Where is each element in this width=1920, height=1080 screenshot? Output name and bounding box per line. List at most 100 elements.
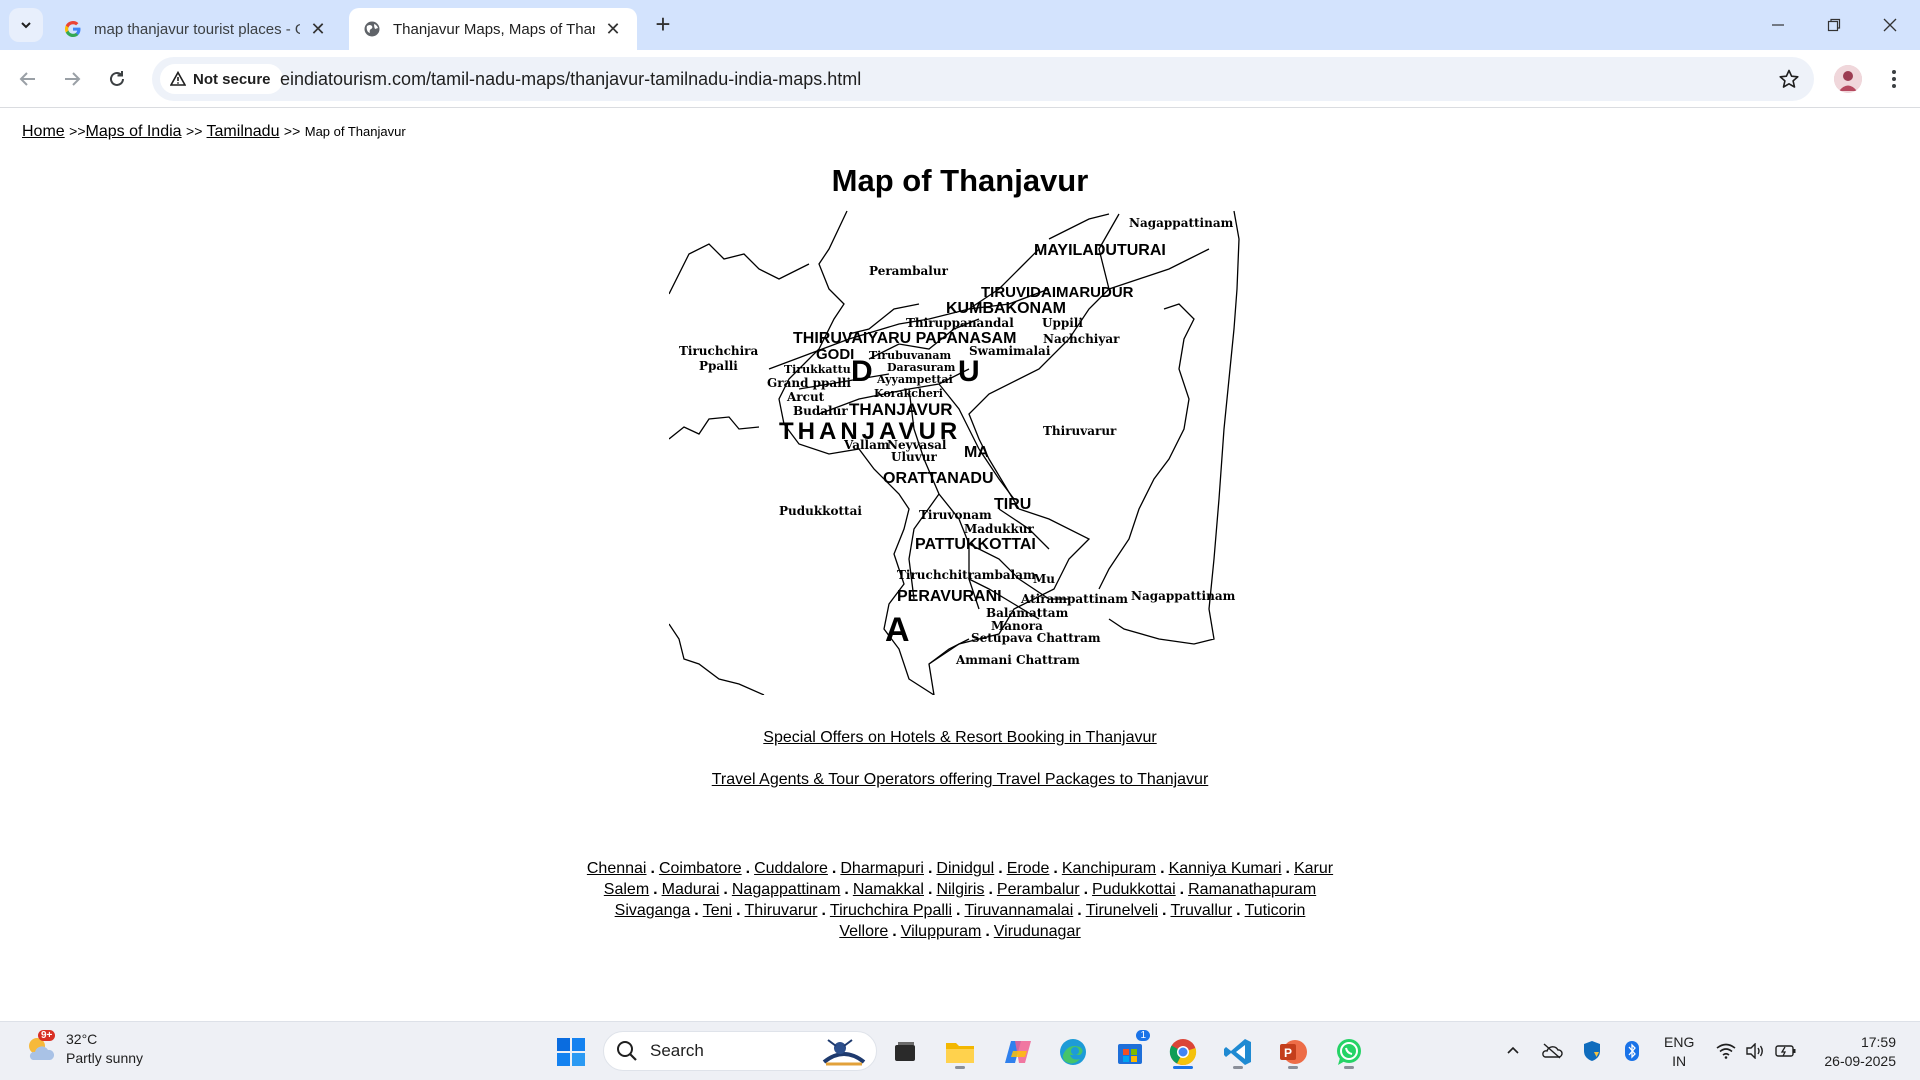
tab-search-button[interactable] — [9, 8, 43, 42]
hotel-offers-link[interactable]: Special Offers on Hotels & Resort Bookin… — [763, 729, 1156, 746]
district-link[interactable]: Pudukkottai — [1092, 881, 1176, 898]
minimize-icon — [1772, 24, 1784, 26]
show-hidden-icons-button[interactable] — [1502, 1040, 1524, 1062]
district-link[interactable]: Vellore — [839, 923, 888, 940]
browser-menu-button[interactable] — [1882, 66, 1906, 92]
district-link[interactable]: Erode — [1007, 860, 1050, 877]
breadcrumb-maps-of-india-link[interactable]: Maps of India — [86, 123, 182, 140]
clock[interactable]: 17:59 26-09-2025 — [1812, 1033, 1896, 1071]
district-link[interactable]: Dharmapuri — [840, 860, 924, 877]
search-label: Search — [650, 1041, 704, 1060]
task-view-button[interactable] — [885, 1032, 925, 1072]
battery-icon — [1775, 1045, 1796, 1057]
minimize-button[interactable] — [1750, 0, 1806, 50]
start-button[interactable] — [551, 1032, 591, 1072]
map-label: Ayyampettai — [876, 373, 953, 386]
map-label: Tiruchchitrambalam — [897, 568, 1036, 582]
breadcrumb-home-link[interactable]: Home — [22, 123, 65, 140]
district-link[interactable]: Dinidgul — [936, 860, 994, 877]
weather-widget[interactable]: 9+ 32°C Partly sunny — [24, 1030, 143, 1068]
address-bar[interactable]: Not secure eindiatourism.com/tamil-nadu-… — [152, 57, 1814, 101]
back-button[interactable] — [13, 64, 43, 94]
map-label: Tiruvonam — [919, 508, 992, 522]
district-link[interactable]: Thiruvarur — [745, 902, 818, 919]
network-button[interactable] — [1715, 1040, 1737, 1062]
district-link[interactable]: Perambalur — [997, 881, 1080, 898]
chrome-button[interactable] — [1163, 1032, 1203, 1072]
district-link[interactable]: Salem — [604, 881, 649, 898]
map-label: TIRUVIDAIMARUDUR — [981, 284, 1134, 301]
whatsapp-icon — [1337, 1039, 1361, 1065]
chevron-down-icon — [21, 22, 31, 29]
copilot-button[interactable] — [998, 1032, 1038, 1072]
district-link[interactable]: Nilgiris — [936, 881, 984, 898]
district-link[interactable]: Kanniya Kumari — [1169, 860, 1282, 877]
link-separator: . — [844, 881, 849, 898]
travel-agents-link[interactable]: Travel Agents & Tour Operators offering … — [712, 771, 1209, 788]
close-icon[interactable]: ✕ — [603, 19, 623, 39]
taskbar-search-box[interactable]: Search — [603, 1031, 877, 1071]
district-link[interactable]: Namakkal — [853, 881, 924, 898]
district-link[interactable]: Coimbatore — [659, 860, 742, 877]
forward-button[interactable] — [57, 64, 87, 94]
map-label: Madukkur — [964, 522, 1035, 536]
volume-button[interactable] — [1744, 1040, 1766, 1062]
map-label: U — [958, 355, 980, 388]
whatsapp-button[interactable] — [1329, 1032, 1369, 1072]
district-link[interactable]: Tiruvannamalai — [964, 902, 1073, 919]
breadcrumb: Home >>Maps of India >> Tamilnadu >> Map… — [22, 123, 406, 141]
onedrive-button[interactable] — [1541, 1040, 1563, 1062]
district-link[interactable]: Teni — [703, 902, 732, 919]
link-separator: . — [985, 923, 990, 940]
map-label: Budalur — [793, 404, 848, 418]
windows-start-icon — [557, 1038, 585, 1066]
close-icon[interactable]: ✕ — [308, 19, 328, 39]
district-links: Chennai. Coimbatore. Cuddalore. Dharmapuri.… — [570, 858, 1350, 942]
district-link[interactable]: Karur — [1294, 860, 1333, 877]
bluetooth-button[interactable] — [1621, 1040, 1643, 1062]
file-explorer-button[interactable] — [940, 1032, 980, 1072]
district-link[interactable]: Sivaganga — [615, 902, 691, 919]
thanjavur-map-image: Nagappattinam MAYILADUTURAI Perambalur T… — [669, 210, 1240, 695]
district-link[interactable]: Madurai — [662, 881, 720, 898]
district-link[interactable]: Tuticorin — [1245, 902, 1306, 919]
edge-button[interactable] — [1053, 1032, 1093, 1072]
url-text[interactable]: eindiatourism.com/tamil-nadu-maps/thanja… — [280, 69, 861, 90]
maximize-button[interactable] — [1806, 0, 1862, 50]
site-info-chip[interactable]: Not secure — [160, 64, 283, 94]
reload-button[interactable] — [102, 64, 132, 94]
district-link[interactable]: Nagappattinam — [732, 881, 841, 898]
new-tab-button[interactable]: + — [648, 10, 678, 40]
input-language-indicator[interactable]: ENG IN — [1664, 1033, 1694, 1071]
lang-code: ENG — [1664, 1034, 1695, 1050]
star-icon[interactable] — [1778, 68, 1800, 90]
district-link[interactable]: Virudunagar — [994, 923, 1081, 940]
edge-icon — [1060, 1039, 1086, 1065]
district-link[interactable]: Kanchipuram — [1062, 860, 1156, 877]
profile-picture — [1834, 65, 1862, 93]
breadcrumb-tamilnadu-link[interactable]: Tamilnadu — [207, 123, 280, 140]
district-link[interactable]: Tirunelveli — [1086, 902, 1158, 919]
district-link[interactable]: Truvallur — [1171, 902, 1233, 919]
map-label: PERAVURANI — [897, 588, 1002, 605]
link-separator: . — [650, 860, 655, 877]
svg-text:P: P — [1284, 1046, 1292, 1060]
tab-thanjavur-maps[interactable]: Thanjavur Maps, Maps of Thanj ✕ — [349, 8, 637, 50]
window-close-button[interactable] — [1862, 0, 1918, 50]
district-link[interactable]: Ramanathapuram — [1188, 881, 1316, 898]
district-link[interactable]: Tiruchchira Ppalli — [830, 902, 952, 919]
district-link[interactable]: Viluppuram — [901, 923, 982, 940]
defender-button[interactable] — [1581, 1040, 1603, 1062]
powerpoint-button[interactable]: P — [1273, 1032, 1313, 1072]
district-link[interactable]: Cuddalore — [754, 860, 828, 877]
map-label: Nagappattinam — [1129, 216, 1234, 230]
battery-button[interactable] — [1775, 1040, 1797, 1062]
store-button[interactable]: 1 — [1110, 1030, 1150, 1072]
avatar[interactable] — [1834, 65, 1862, 93]
lang-region: IN — [1672, 1053, 1687, 1069]
running-indicator — [1288, 1066, 1298, 1069]
tab-google-search[interactable]: map thanjavur tourist places - G ✕ — [50, 8, 342, 50]
clock-date: 26-09-2025 — [1824, 1053, 1896, 1069]
district-link[interactable]: Chennai — [587, 860, 647, 877]
vscode-button[interactable] — [1218, 1032, 1258, 1072]
